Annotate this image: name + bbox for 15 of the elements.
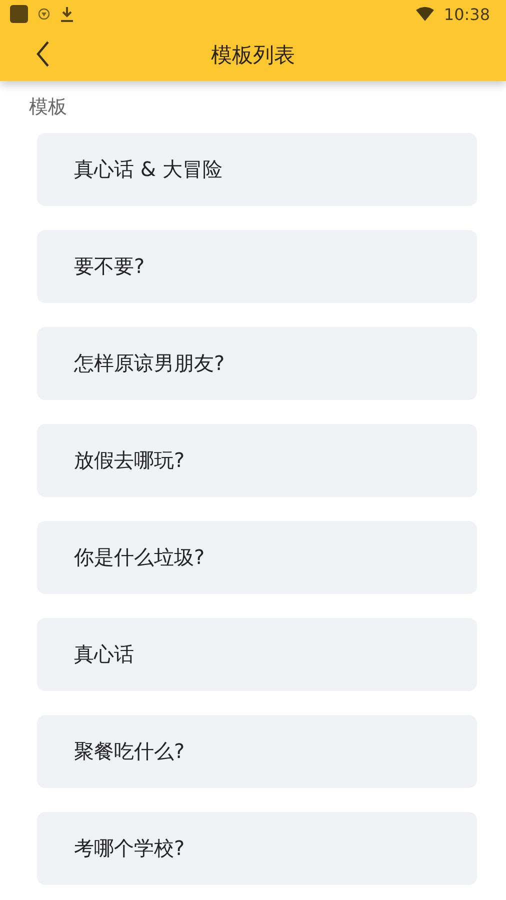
status-time: 10:38 <box>444 4 490 24</box>
template-item[interactable]: 你是什么垃圾? <box>37 521 477 594</box>
template-item[interactable]: 真心话 <box>37 618 477 691</box>
download-icon <box>60 6 74 22</box>
template-item[interactable]: 放假去哪玩? <box>37 424 477 497</box>
template-item[interactable]: 真心话 & 大冒险 <box>37 133 477 206</box>
template-item[interactable]: 要不要? <box>37 230 477 303</box>
section-label: 模板 <box>28 95 68 119</box>
template-item[interactable]: 聚餐吃什么? <box>37 715 477 788</box>
template-item[interactable]: 怎样原谅男朋友? <box>37 327 477 400</box>
back-icon <box>36 41 50 67</box>
app-square-icon <box>10 5 28 23</box>
wifi-icon <box>416 7 434 21</box>
page-title: 模板列表 <box>211 42 295 68</box>
template-item[interactable]: 考哪个学校? <box>37 812 477 885</box>
